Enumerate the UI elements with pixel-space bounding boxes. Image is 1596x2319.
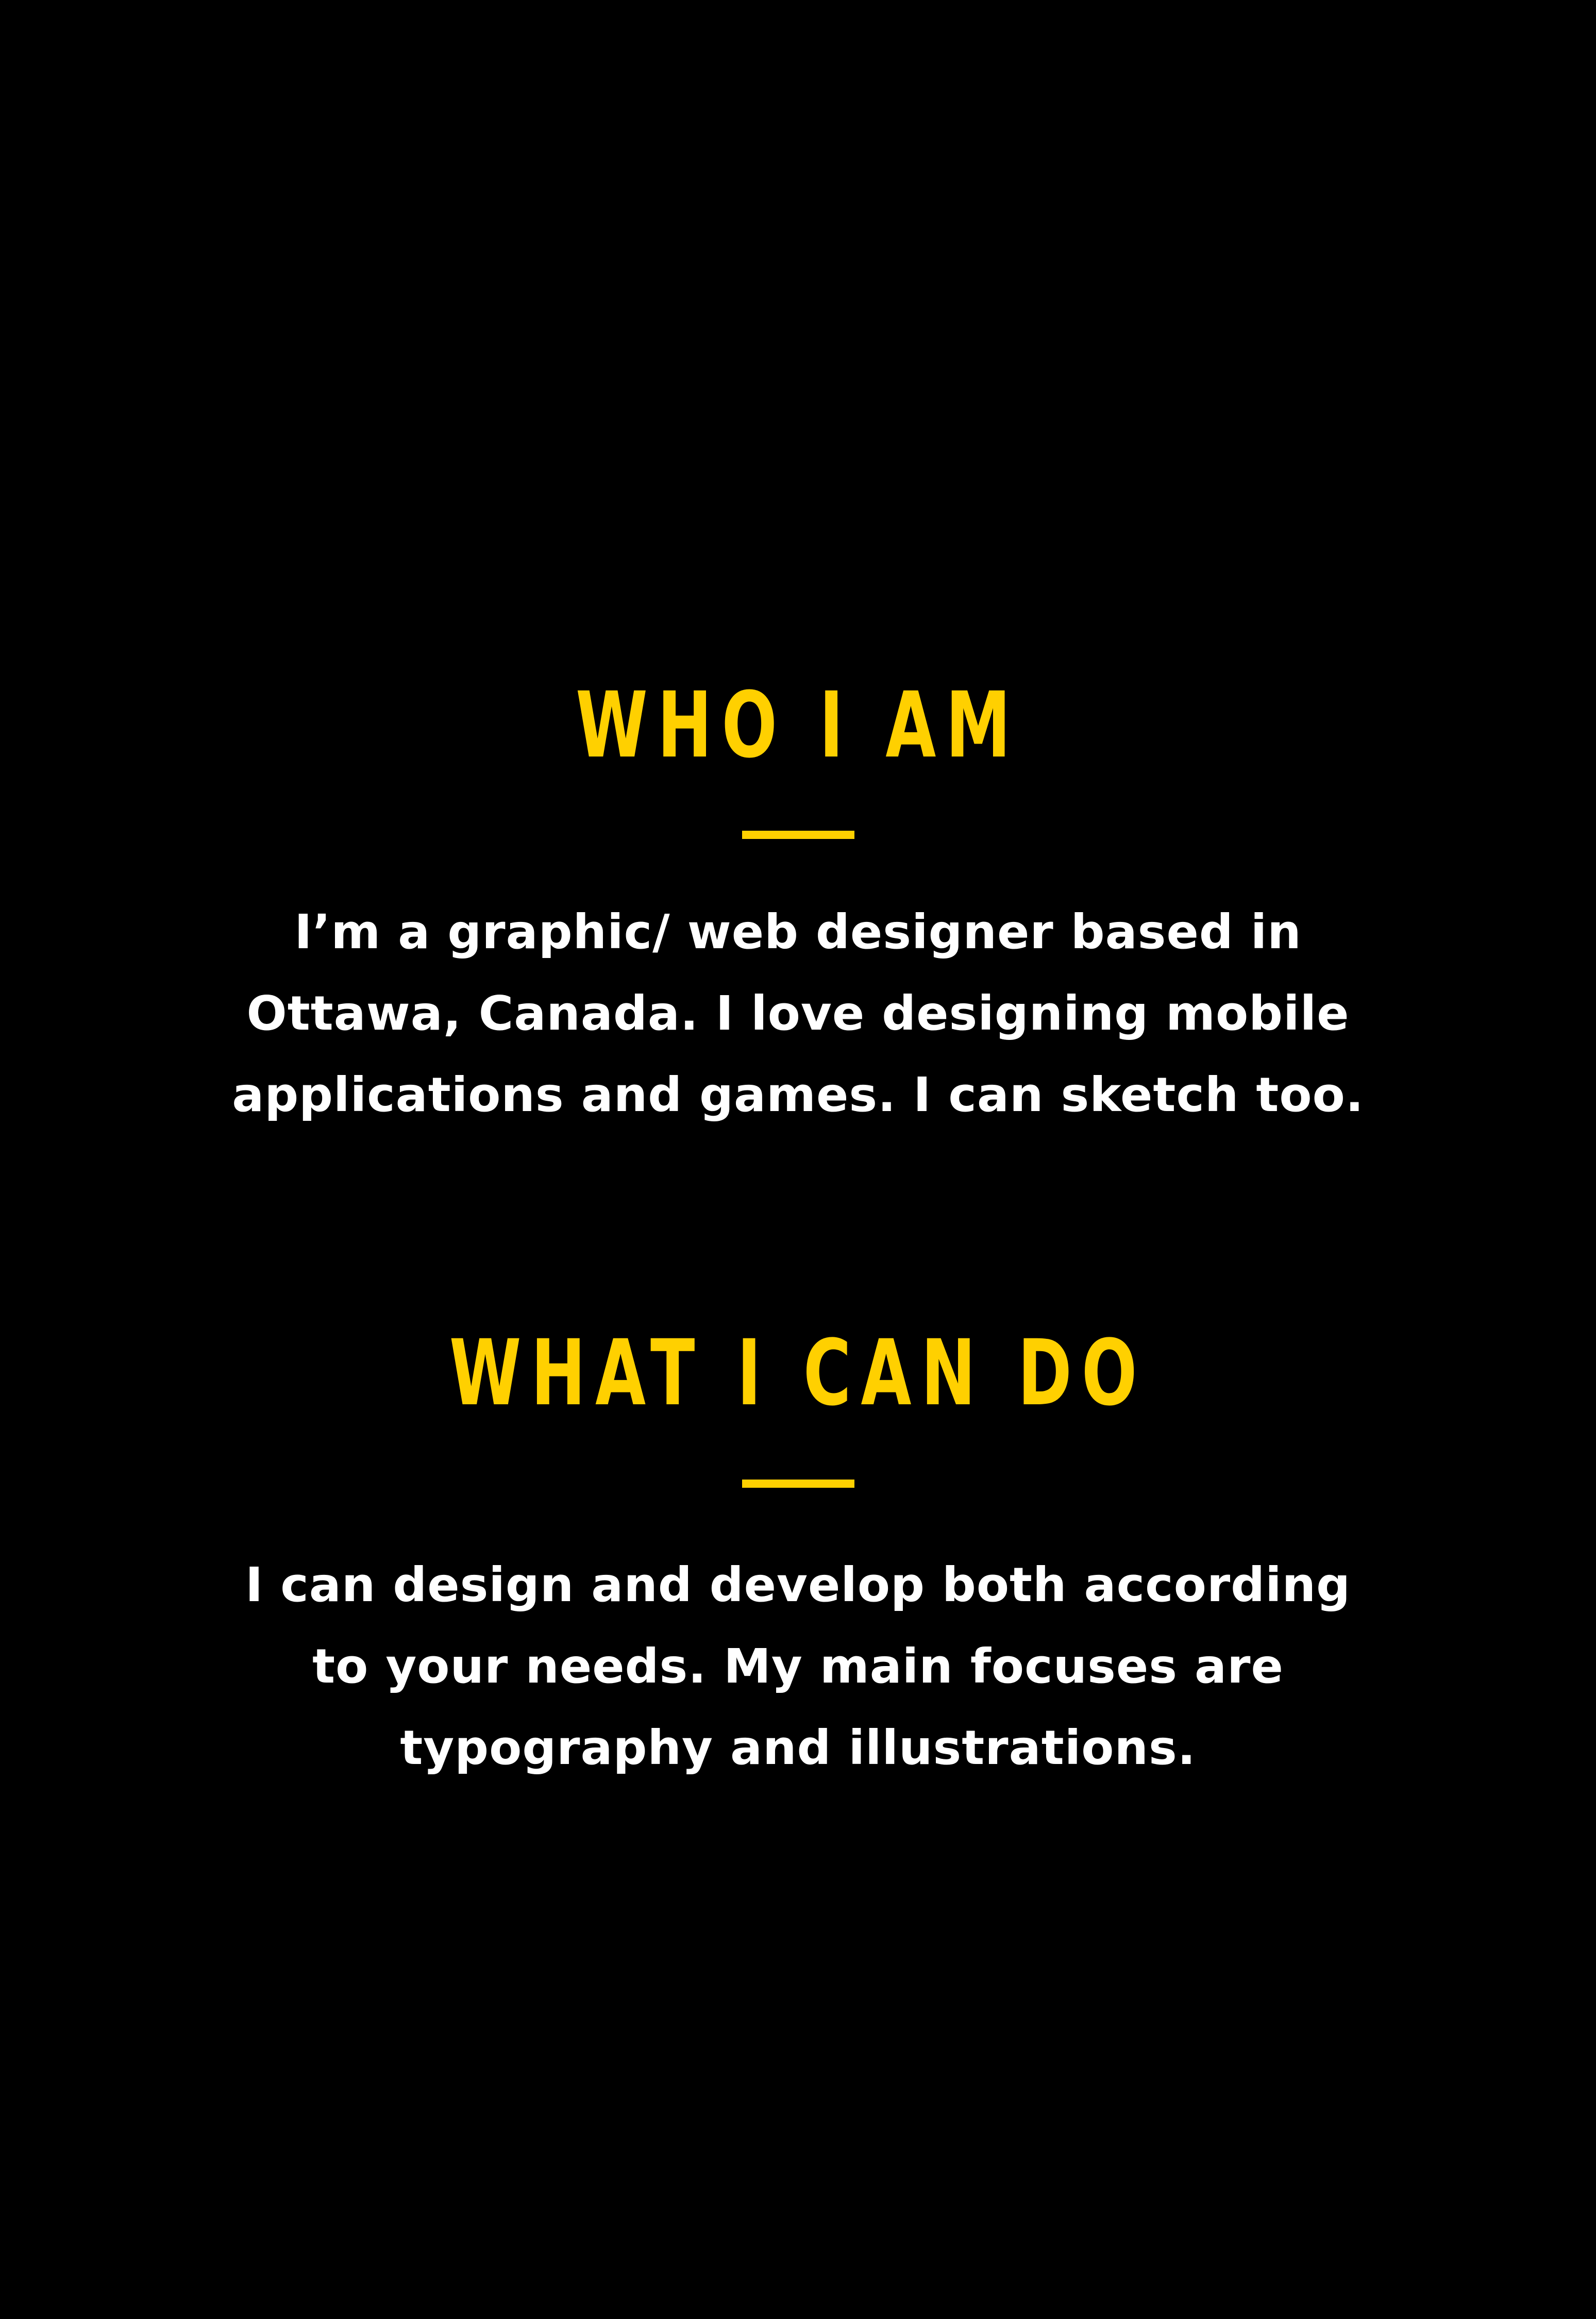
what-i-can-do-description: I can design and develop both according … <box>0 1544 1596 1789</box>
who-i-am-description: I’m a graphic/ web designer based in Ott… <box>0 892 1596 1136</box>
what-i-can-do-line-1: I can design and develop both according <box>245 1557 1351 1612</box>
who-i-am-section: WHO I AM I’m a graphic/ web designer bas… <box>0 680 1596 1136</box>
what-i-can-do-heading: WHAT I CAN DO <box>449 1320 1147 1426</box>
what-i-can-do-line-2: to your needs. My main focuses are <box>312 1639 1284 1694</box>
who-i-am-heading: WHO I AM <box>576 673 1020 778</box>
who-i-am-divider <box>742 831 854 839</box>
who-i-am-line-2: Ottawa, Canada. I love designing mobile <box>246 986 1350 1041</box>
who-i-am-line-3: applications and games. I can sketch too… <box>232 1067 1364 1122</box>
what-i-can-do-section: WHAT I CAN DO I can design and develop b… <box>0 1328 1596 1789</box>
who-i-am-line-1: I’m a graphic/ web designer based in <box>294 904 1302 960</box>
about-page: WHO I AM I’m a graphic/ web designer bas… <box>0 0 1596 2319</box>
what-i-can-do-line-3: typography and illustrations. <box>400 1720 1196 1775</box>
what-i-can-do-divider <box>742 1480 854 1488</box>
